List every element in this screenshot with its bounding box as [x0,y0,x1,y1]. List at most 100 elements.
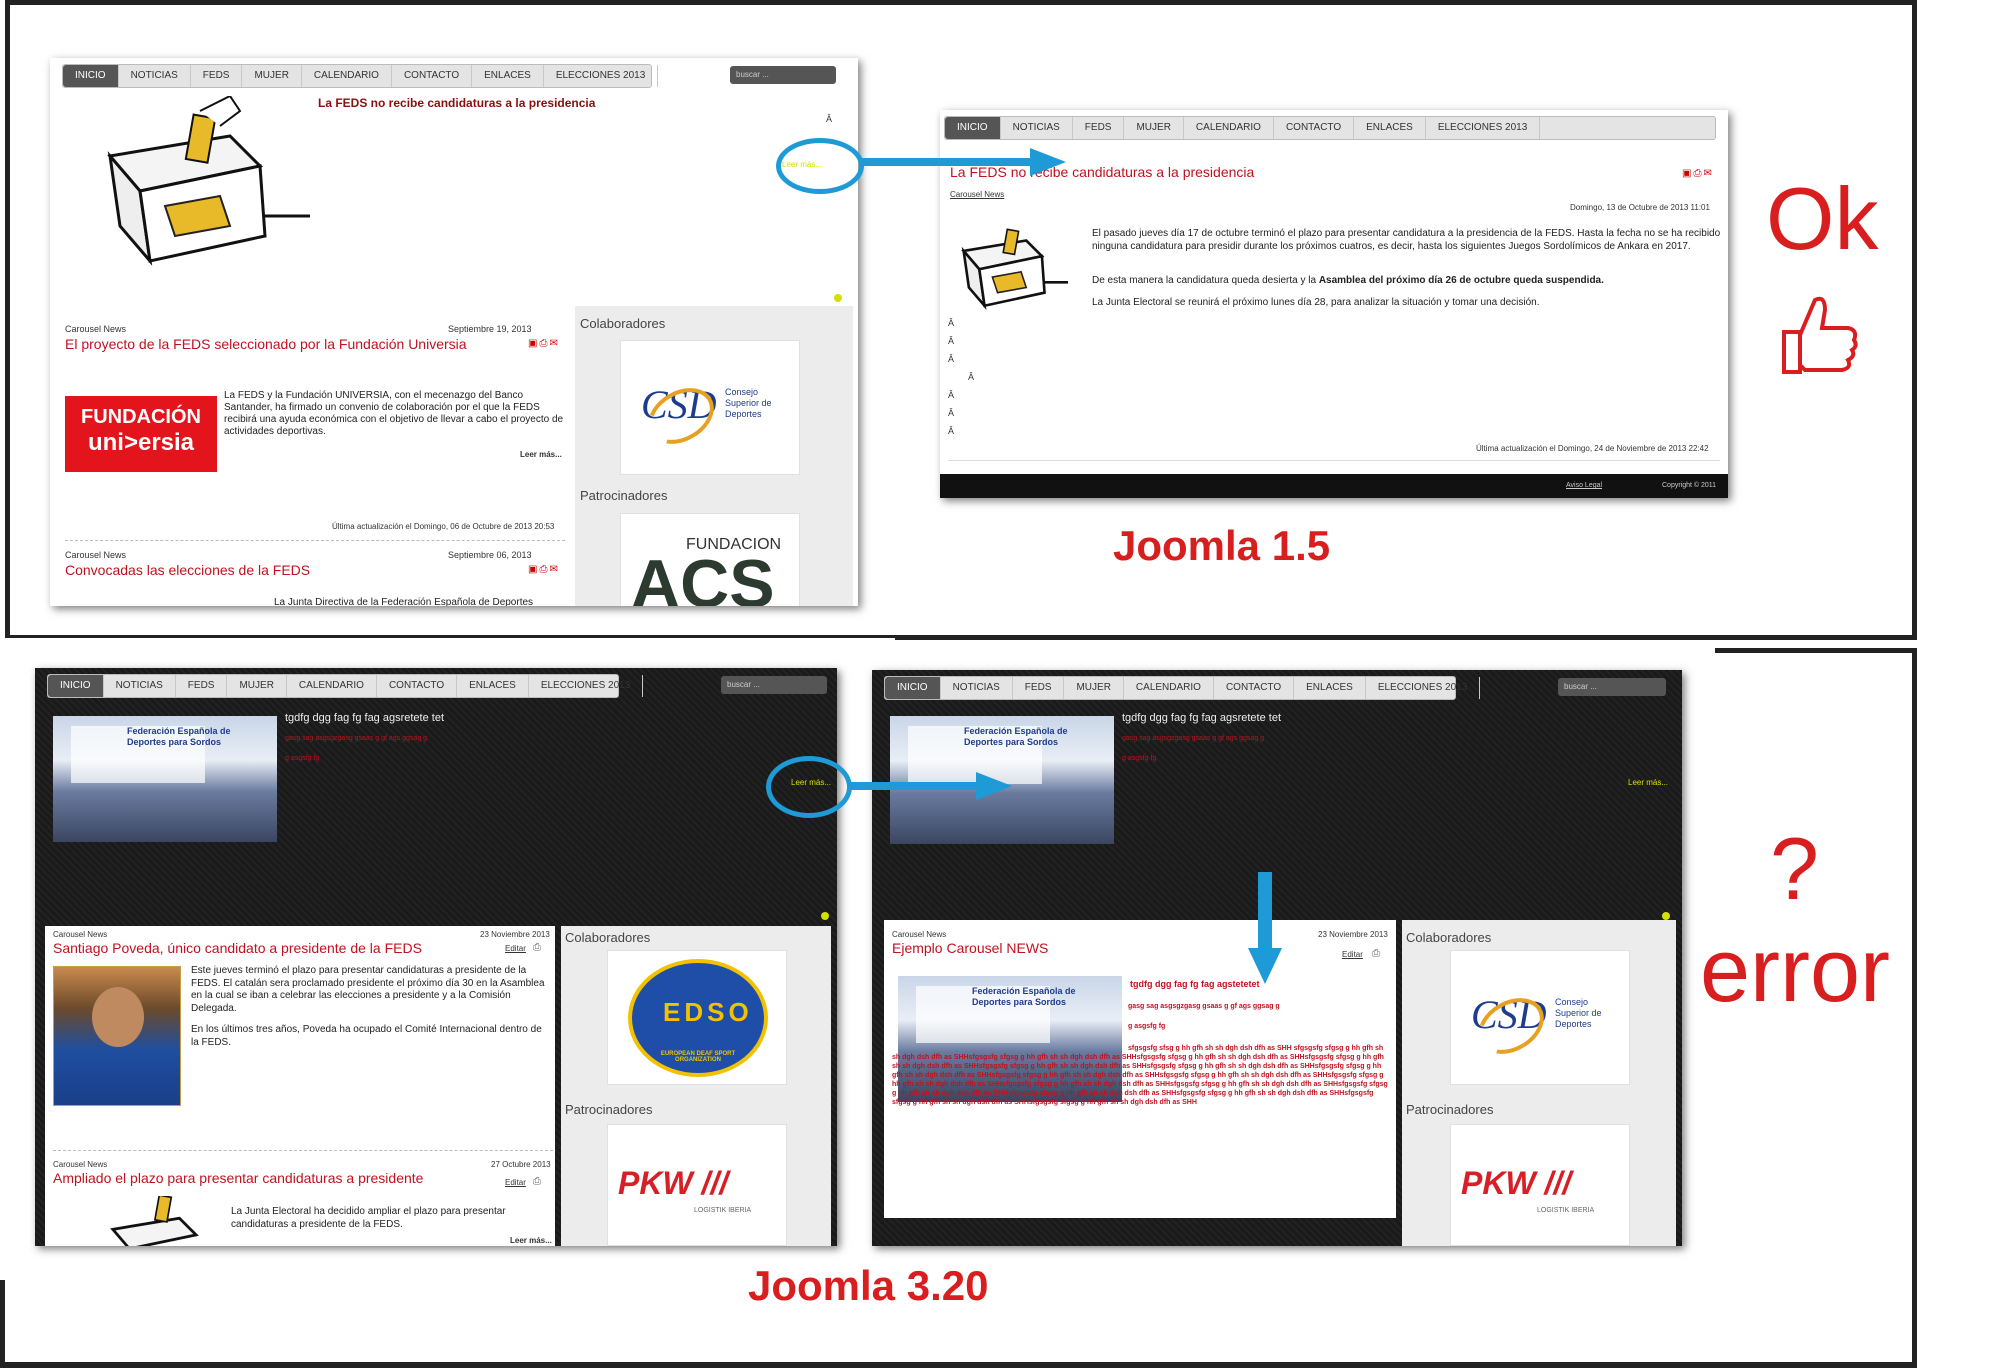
edso-logo[interactable]: EDSO EUROPEAN DEAF SPORT ORGANIZATION [607,950,787,1085]
nav-feds[interactable]: FEDS [1013,677,1065,699]
article-title[interactable]: Ejemplo Carousel NEWS [892,940,1048,956]
nav-contacto[interactable]: CONTACTO [377,675,458,697]
slide-indicator-dot[interactable] [1662,912,1670,920]
stray-a-char: Â [826,114,833,124]
nav-mujer[interactable]: MUJER [1064,677,1124,699]
article-readmore[interactable]: Leer más... [520,450,562,459]
article-title[interactable]: Santiago Poveda, único candidato a presi… [53,940,422,956]
sidebar-sponsors-heading: Patrocinadores [580,488,668,503]
face [92,987,144,1047]
nav-elecciones[interactable]: ELECCIONES 2013 [544,65,659,87]
nav-feds[interactable]: FEDS [191,65,243,87]
article-category: Carousel News [65,324,127,334]
pkw-logo[interactable]: PKW /// LOGISTIK IBERIA [607,1124,787,1246]
article2-title[interactable]: Ampliado el plazo para presentar candida… [53,1170,423,1186]
nav-enlaces[interactable]: ENLACES [472,65,544,87]
nav-calendario[interactable]: CALENDARIO [287,675,377,697]
nav-feds[interactable]: FEDS [1073,117,1125,139]
top-frame-left [5,0,10,635]
nav-inicio[interactable]: INICIO [945,117,1001,139]
nav-contacto[interactable]: CONTACTO [392,65,473,87]
nav-noticias[interactable]: NOTICIAS [119,65,191,87]
nav-contacto[interactable]: CONTACTO [1274,117,1355,139]
main-nav: INICIO NOTICIAS FEDS MUJER CALENDARIO CO… [944,116,1716,140]
sidebar-collab-heading: Colaboradores [565,930,651,945]
ok-label: Ok [1766,169,1879,268]
print-icon[interactable]: ⎙ [533,942,541,953]
nav-mujer[interactable]: MUJER [227,675,287,697]
nav-noticias[interactable]: NOTICIAS [1001,117,1073,139]
ballot-box-image [110,1196,199,1246]
joomla15-label: Joomla 1.5 [1113,522,1331,569]
slide-photo-banner: Federación Española de Deportes para Sor… [127,726,231,747]
article-date: 23 Noviembre 2013 [1318,930,1388,939]
article-paragraph-2: En los últimos tres años, Poveda ha ocup… [191,1024,542,1048]
nav-elecciones[interactable]: ELECCIONES 2013 [529,675,644,697]
search-input[interactable]: buscar ... [730,66,836,84]
article-edit-link[interactable]: Editar [1342,950,1363,959]
csd-logo[interactable]: CSD Consejo Superior de Deportes [620,340,800,475]
csd-text: Consejo Superior de Deportes [725,387,772,419]
slide-indicator-dot[interactable] [821,912,829,920]
slide-headline[interactable]: La FEDS no recibe candidaturas a la pres… [318,96,595,110]
nav-contacto[interactable]: CONTACTO [1214,677,1295,699]
sidebar-sponsors-heading: Patrocinadores [1406,1102,1494,1117]
bottom-left-screenshot: INICIO NOTICIAS FEDS MUJER CALENDARIO CO… [35,668,837,1246]
article-tool-icons[interactable]: ▣⎙✉ [1682,168,1714,179]
article-title[interactable]: El proyecto de la FEDS seleccionado por … [65,336,467,352]
slide-title[interactable]: tgdfg dgg fag fg fag agsretete tet [1122,712,1281,724]
footer-legal-link[interactable]: Aviso Legal [1566,482,1602,489]
article2-edit-link[interactable]: Editar [505,1178,526,1187]
print-icon[interactable]: ⎙ [533,1176,541,1187]
main-nav: INICIO NOTICIAS FEDS MUJER CALENDARIO CO… [47,674,644,698]
thumbs-up-icon [1782,296,1858,374]
nav-inicio[interactable]: INICIO [48,675,104,697]
slide-readmore[interactable]: Leer más... [1628,778,1668,787]
nav-calendario[interactable]: CALENDARIO [1124,677,1214,699]
article-paragraph-3: La Junta Electoral se reunirá el próximo… [1092,297,1540,308]
article2-readmore[interactable]: Leer más... [510,1236,552,1245]
article2-text: La Junta Electoral ha decidido ampliar e… [231,1206,506,1230]
article-paragraph-1: Este jueves terminó el plazo para presen… [191,965,545,1014]
csd-logo[interactable]: CSD Consejo Superior de Deportes [1450,950,1630,1085]
footer: Aviso Legal Copyright © 2011 [940,474,1728,498]
arrow-shaft-down [1258,872,1272,950]
nav-enlaces[interactable]: ENLACES [1294,677,1366,699]
nav-enlaces[interactable]: ENLACES [1354,117,1426,139]
nav-elecciones[interactable]: ELECCIONES 2013 [1426,117,1541,139]
nav-inicio[interactable]: INICIO [63,65,119,87]
universia-line1: FUNDACIÓN [81,406,201,428]
nav-mujer[interactable]: MUJER [1124,117,1184,139]
arrow-shaft-bottom [850,782,980,790]
pkw-logo[interactable]: PKW /// LOGISTIK IBERIA [1450,1124,1630,1246]
article-title[interactable]: La FEDS no recibe candidaturas a la pres… [950,164,1254,180]
nav-enlaces[interactable]: ENLACES [457,675,529,697]
nav-calendario[interactable]: CALENDARIO [1184,117,1274,139]
nav-noticias[interactable]: NOTICIAS [104,675,176,697]
readmore-highlight-circle [776,138,864,194]
nav-noticias[interactable]: NOTICIAS [941,677,1013,699]
arrow-head-top [1030,148,1066,176]
p2-text: De esta manera la candidatura queda desi… [1092,275,1319,286]
acs-logo[interactable]: FUNDACION ACS [620,513,800,606]
universia-logo[interactable]: FUNDACIÓN uni>ersia [65,396,217,472]
top-left-screenshot: INICIO NOTICIAS FEDS MUJER CALENDARIO CO… [50,58,858,606]
search-input[interactable]: buscar ... [1558,678,1666,696]
search-input[interactable]: buscar ... [721,676,827,694]
slide-indicator-dot[interactable] [834,294,842,302]
nav-calendario[interactable]: CALENDARIO [302,65,392,87]
nav-elecciones[interactable]: ELECCIONES 2013 [1366,677,1481,699]
article2-title[interactable]: Convocadas las elecciones de la FEDS [65,562,310,578]
print-icon[interactable]: ⎙ [1372,948,1380,959]
nav-mujer[interactable]: MUJER [242,65,302,87]
article-edit-link[interactable]: Editar [505,944,526,953]
article-date: Domingo, 13 de Octubre de 2013 11:01 [1570,203,1710,212]
nav-inicio[interactable]: INICIO [885,677,941,699]
slide-title[interactable]: tgdfg dgg fag fg fag agsretete tet [285,712,444,724]
article-category[interactable]: Carousel News [950,190,1004,199]
article2-tool-icons[interactable]: ▣⎙✉ [528,564,560,575]
bottom-frame-right [1912,648,1917,1368]
article-tool-icons[interactable]: ▣⎙✉ [528,338,560,349]
nav-feds[interactable]: FEDS [176,675,228,697]
main-nav: INICIO NOTICIAS FEDS MUJER CALENDARIO CO… [884,676,1481,700]
